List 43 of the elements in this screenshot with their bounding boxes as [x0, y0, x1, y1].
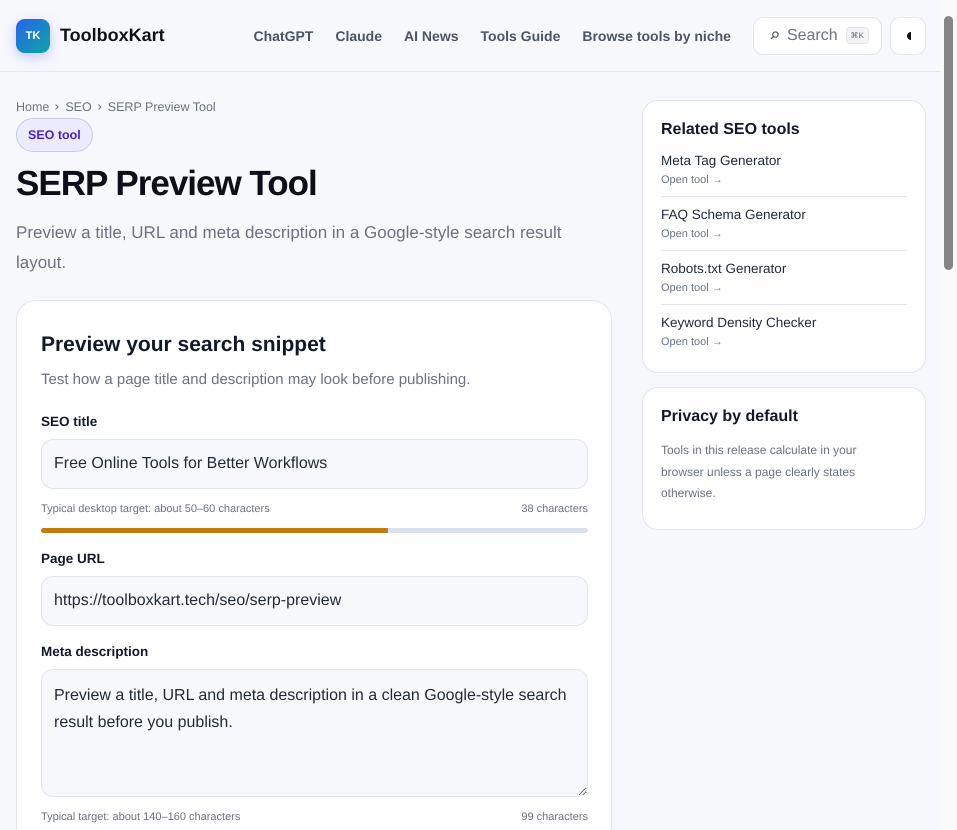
tool-link[interactable]: Keyword Density Checker — [661, 315, 907, 330]
field-label: SEO title — [41, 414, 98, 429]
open-tool-link[interactable]: Open tool → — [661, 228, 907, 240]
chevron-icon — [55, 104, 60, 110]
brand-name[interactable]: ToolboxKart — [60, 25, 165, 46]
privacy-text: Tools in this release calculate in your browser unless a page clearly states otherwise. — [661, 442, 858, 502]
page-subtitle: Preview a title, URL and meta description in a Google-style search result layout. — [16, 222, 563, 274]
card-description: Test how a page title and description may look before publishing. — [41, 371, 472, 388]
theme-toggle-button[interactable] — [890, 16, 926, 54]
tool-link[interactable]: Meta Tag Generator — [661, 153, 907, 168]
nav-link[interactable]: Browse tools by niche — [582, 28, 731, 44]
nav-link[interactable]: Tools Guide — [480, 28, 560, 44]
tool-link[interactable]: FAQ Schema Generator — [661, 207, 907, 222]
open-tool-link[interactable]: Open tool → — [661, 174, 907, 186]
hint-text: Typical target: about 140–160 characters — [41, 811, 240, 823]
nav-link[interactable]: Claude — [335, 28, 382, 44]
scrollbar-thumb[interactable] — [944, 16, 953, 270]
text-input[interactable]: https://toolboxkart.tech/seo/serp-preview — [41, 576, 588, 626]
character-count: 38 characters — [521, 503, 588, 515]
nav-link[interactable]: AI News — [404, 28, 458, 44]
current-page-label: SERP Preview Tool — [108, 100, 216, 114]
field-label: Meta description — [41, 644, 150, 659]
search-icon — [770, 31, 779, 40]
page-title: SERP Preview Tool — [16, 164, 318, 204]
character-count: 99 characters — [521, 811, 588, 823]
card-heading: Preview your search snippet — [41, 333, 327, 357]
category-tag: SEO tool — [16, 118, 93, 152]
field-label: Page URL — [41, 551, 106, 566]
nav-link[interactable]: ChatGPT — [253, 28, 314, 44]
card-heading: Related SEO tools — [661, 121, 801, 139]
card-heading: Privacy by default — [661, 408, 799, 426]
text-input[interactable]: Free Online Tools for Better Workflows — [41, 439, 588, 489]
open-tool-link[interactable]: Open tool → — [661, 336, 907, 348]
shortcut-key: ⌘K — [846, 27, 869, 44]
breadcrumb-link[interactable]: Home — [16, 100, 50, 114]
logo-mark[interactable]: TK — [16, 18, 50, 52]
hint-text: Typical desktop target: about 50–60 characters — [41, 503, 270, 515]
breadcrumb-link[interactable]: SEO — [65, 100, 92, 114]
search-button[interactable]: Search ⌘K — [752, 16, 882, 54]
textarea-field[interactable]: Preview a title, URL and meta description in a clean Google-style search result before you publish. — [41, 669, 588, 797]
open-tool-link[interactable]: Open tool → — [661, 282, 907, 294]
chevron-icon — [98, 104, 102, 110]
tool-link[interactable]: Robots.txt Generator — [661, 261, 907, 276]
